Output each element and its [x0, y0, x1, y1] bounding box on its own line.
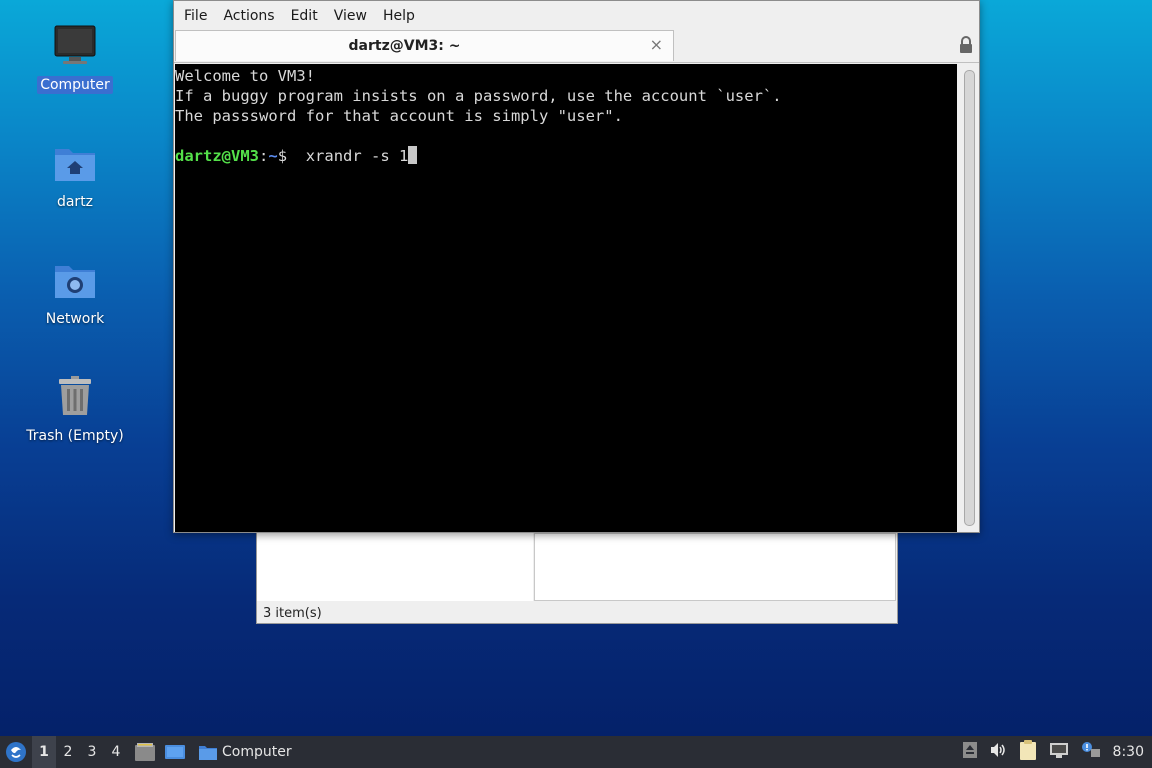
desktop-icon-network[interactable]: Network	[20, 256, 130, 328]
desktop-icon-trash[interactable]: Trash (Empty)	[20, 373, 130, 445]
task-label: Computer	[222, 744, 292, 760]
file-manager-content[interactable]	[534, 533, 896, 601]
terminal-tab[interactable]: dartz@VM3: ~ ×	[175, 30, 674, 61]
menu-edit[interactable]: Edit	[283, 8, 326, 24]
prompt-dollar: $	[277, 147, 288, 165]
taskbar-task-computer[interactable]: Computer	[192, 736, 298, 768]
desktop-icon-label: Computer	[37, 76, 113, 94]
workspace-2[interactable]: 2	[56, 744, 80, 760]
start-menu-button[interactable]	[0, 741, 32, 763]
file-manager-window: 3 item(s)	[256, 520, 898, 624]
notification-icon[interactable]	[1081, 741, 1101, 763]
command-input[interactable]: xrandr -s 1	[287, 147, 409, 165]
show-desktop-icon[interactable]	[164, 743, 186, 761]
terminal-line: If a buggy program insists on a password…	[175, 87, 782, 105]
prompt-line: dartz@VM3:~$ xrandr -s 1	[175, 146, 957, 166]
desktop-icon-home[interactable]: dartz	[20, 139, 130, 211]
network-tray-icon[interactable]	[1049, 741, 1069, 763]
network-folder-icon	[51, 256, 99, 304]
prompt-user-host: dartz@VM3	[175, 147, 259, 165]
volume-icon[interactable]	[989, 742, 1007, 762]
system-tray: 8:30	[957, 736, 1152, 768]
desktop-icon-label: Network	[45, 311, 105, 327]
folder-icon	[199, 746, 217, 760]
text-cursor	[408, 146, 418, 164]
scrollbar-thumb[interactable]	[964, 70, 975, 526]
terminal-window: File Actions Edit View Help dartz@VM3: ~…	[173, 0, 980, 533]
tab-title: dartz@VM3: ~	[348, 38, 461, 54]
tab-bar: dartz@VM3: ~ ×	[174, 30, 979, 63]
workspace-1[interactable]: 1	[32, 736, 56, 768]
workspace-4[interactable]: 4	[104, 744, 128, 760]
terminal-output[interactable]: Welcome to VM3! If a buggy program insist…	[175, 64, 957, 532]
trash-icon	[51, 373, 99, 421]
workspace-3[interactable]: 3	[80, 744, 104, 760]
app-menu-icon	[6, 742, 26, 762]
menu-actions[interactable]: Actions	[215, 8, 282, 24]
menu-help[interactable]: Help	[375, 8, 423, 24]
desktop-icon-label: dartz	[56, 194, 94, 210]
menu-bar: File Actions Edit View Help	[174, 1, 979, 30]
close-icon[interactable]: ×	[650, 35, 663, 54]
clipboard-icon[interactable]	[1019, 740, 1037, 764]
menu-file[interactable]: File	[176, 8, 215, 24]
status-bar-text: 3 item(s)	[263, 606, 322, 621]
prompt-path: ~	[268, 147, 278, 165]
menu-view[interactable]: View	[326, 8, 375, 24]
taskbar: 1 2 3 4 Computer 8:30	[0, 736, 1152, 768]
prompt-colon: :	[259, 147, 269, 165]
scrollbar[interactable]	[959, 64, 979, 530]
desktop-icon-label: Trash (Empty)	[26, 428, 124, 444]
file-manager-sidebar	[257, 521, 533, 601]
terminal-line: The passsword for that account is simply…	[175, 107, 623, 125]
eject-icon[interactable]	[962, 742, 977, 762]
desktop-icon-computer[interactable]: Computer	[20, 22, 130, 94]
lock-icon[interactable]	[959, 36, 973, 54]
terminal-line: Welcome to VM3!	[175, 67, 315, 85]
clock[interactable]: 8:30	[1113, 744, 1144, 760]
home-folder-icon	[51, 139, 99, 187]
computer-icon	[51, 22, 99, 70]
file-manager-launcher-icon[interactable]	[134, 742, 156, 762]
